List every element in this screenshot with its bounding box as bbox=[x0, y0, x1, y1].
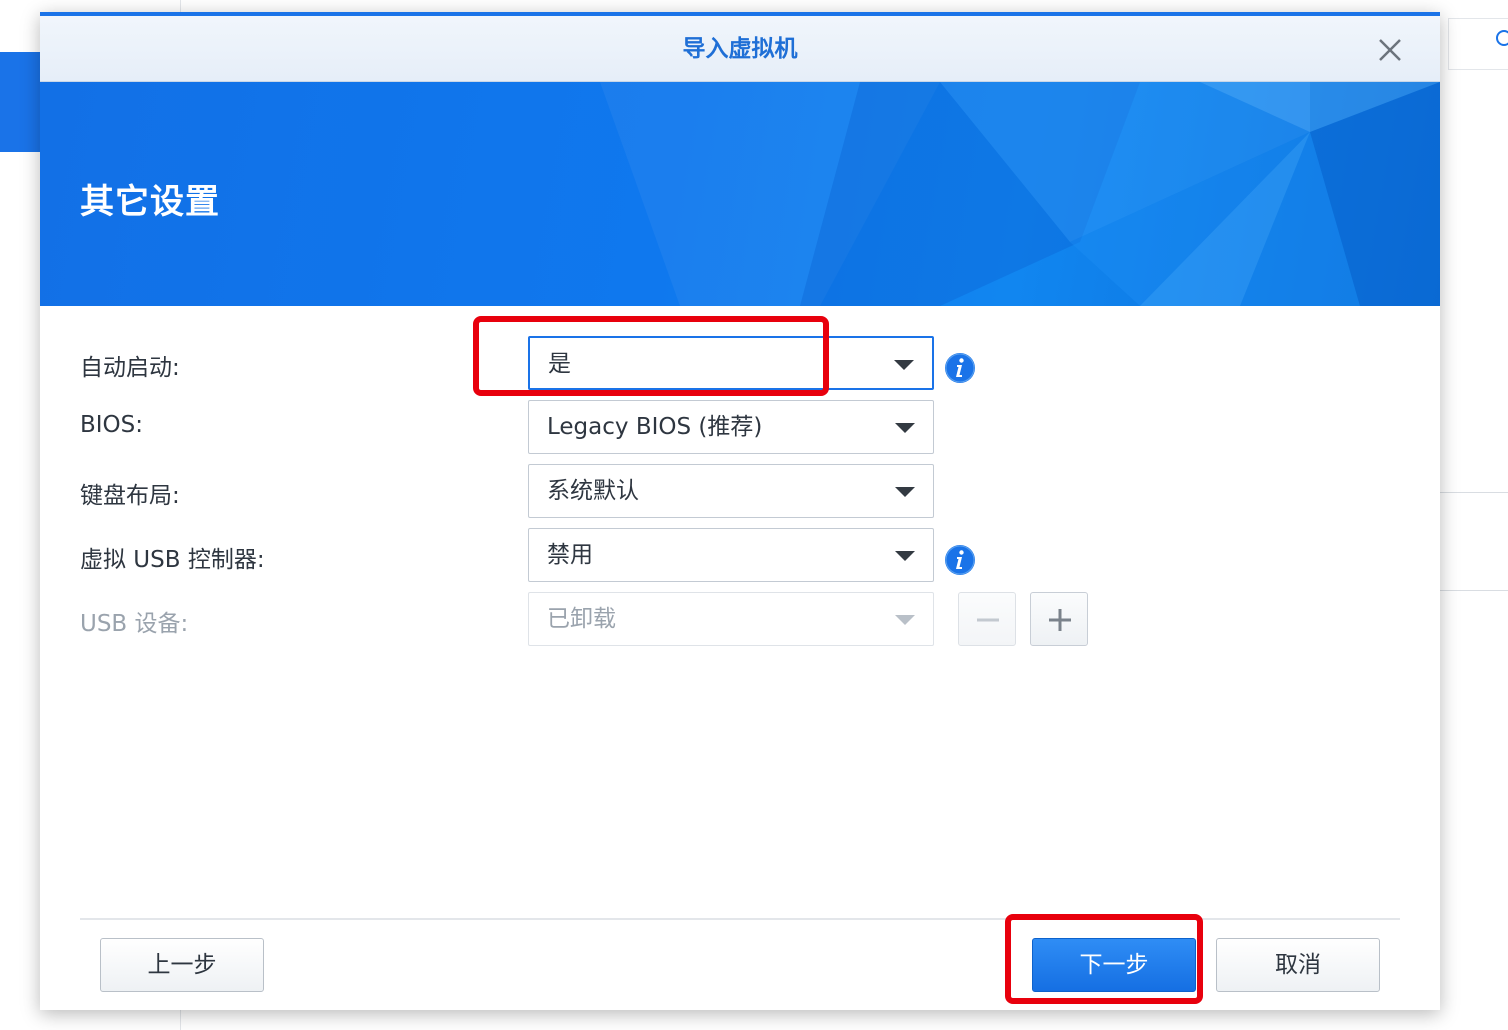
chevron-down-icon bbox=[895, 423, 915, 433]
usb-controller-select[interactable]: 禁用 bbox=[528, 528, 934, 582]
remove-usb-button bbox=[958, 592, 1016, 646]
autostart-label: 自动启动: bbox=[80, 355, 180, 381]
search-icon bbox=[1496, 30, 1508, 46]
close-icon[interactable] bbox=[1372, 32, 1408, 68]
next-button[interactable]: 下一步 bbox=[1032, 938, 1196, 992]
cancel-button[interactable]: 取消 bbox=[1216, 938, 1380, 992]
usb-device-label: USB 设备: bbox=[80, 611, 189, 637]
background-divider bbox=[1440, 492, 1508, 493]
banner-decoration bbox=[600, 82, 1440, 306]
bios-select[interactable]: Legacy BIOS (推荐) bbox=[528, 400, 934, 454]
bios-value: Legacy BIOS (推荐) bbox=[547, 414, 763, 440]
keyboard-layout-value: 系统默认 bbox=[547, 478, 639, 504]
usb-controller-value: 禁用 bbox=[547, 542, 593, 568]
dialog-titlebar: 导入虚拟机 bbox=[40, 12, 1440, 82]
chevron-down-icon bbox=[895, 615, 915, 625]
dialog-title: 导入虚拟机 bbox=[682, 36, 798, 62]
chevron-down-icon bbox=[895, 487, 915, 497]
footer-divider bbox=[80, 918, 1400, 920]
background-sidebar-accent bbox=[0, 52, 42, 152]
background-divider bbox=[180, 1010, 181, 1030]
background-divider bbox=[1440, 590, 1508, 591]
chevron-down-icon bbox=[894, 360, 914, 370]
usb-device-value: 已卸载 bbox=[547, 606, 616, 632]
usb-device-select: 已卸载 bbox=[528, 592, 934, 646]
autostart-select[interactable]: 是 bbox=[528, 336, 934, 390]
back-button[interactable]: 上一步 bbox=[100, 938, 264, 992]
background-panel bbox=[1440, 0, 1508, 1030]
bios-label: BIOS: bbox=[80, 412, 144, 438]
autostart-value: 是 bbox=[548, 351, 571, 377]
minus-icon bbox=[977, 618, 999, 622]
info-icon[interactable] bbox=[944, 544, 976, 576]
keyboard-layout-select[interactable]: 系统默认 bbox=[528, 464, 934, 518]
add-usb-button[interactable] bbox=[1030, 592, 1088, 646]
step-title: 其它设置 bbox=[80, 182, 220, 222]
usb-controller-label: 虚拟 USB 控制器: bbox=[80, 547, 265, 573]
info-icon[interactable] bbox=[944, 352, 976, 384]
keyboard-layout-label: 键盘布局: bbox=[80, 483, 180, 509]
background-divider bbox=[180, 0, 181, 12]
plus-icon bbox=[1049, 609, 1071, 631]
step-banner: 其它设置 bbox=[40, 82, 1440, 306]
chevron-down-icon bbox=[895, 551, 915, 561]
import-vm-dialog: 导入虚拟机 其它设置 自动启动: 是 BIOS: Legacy BIOS (推荐… bbox=[40, 12, 1440, 1010]
